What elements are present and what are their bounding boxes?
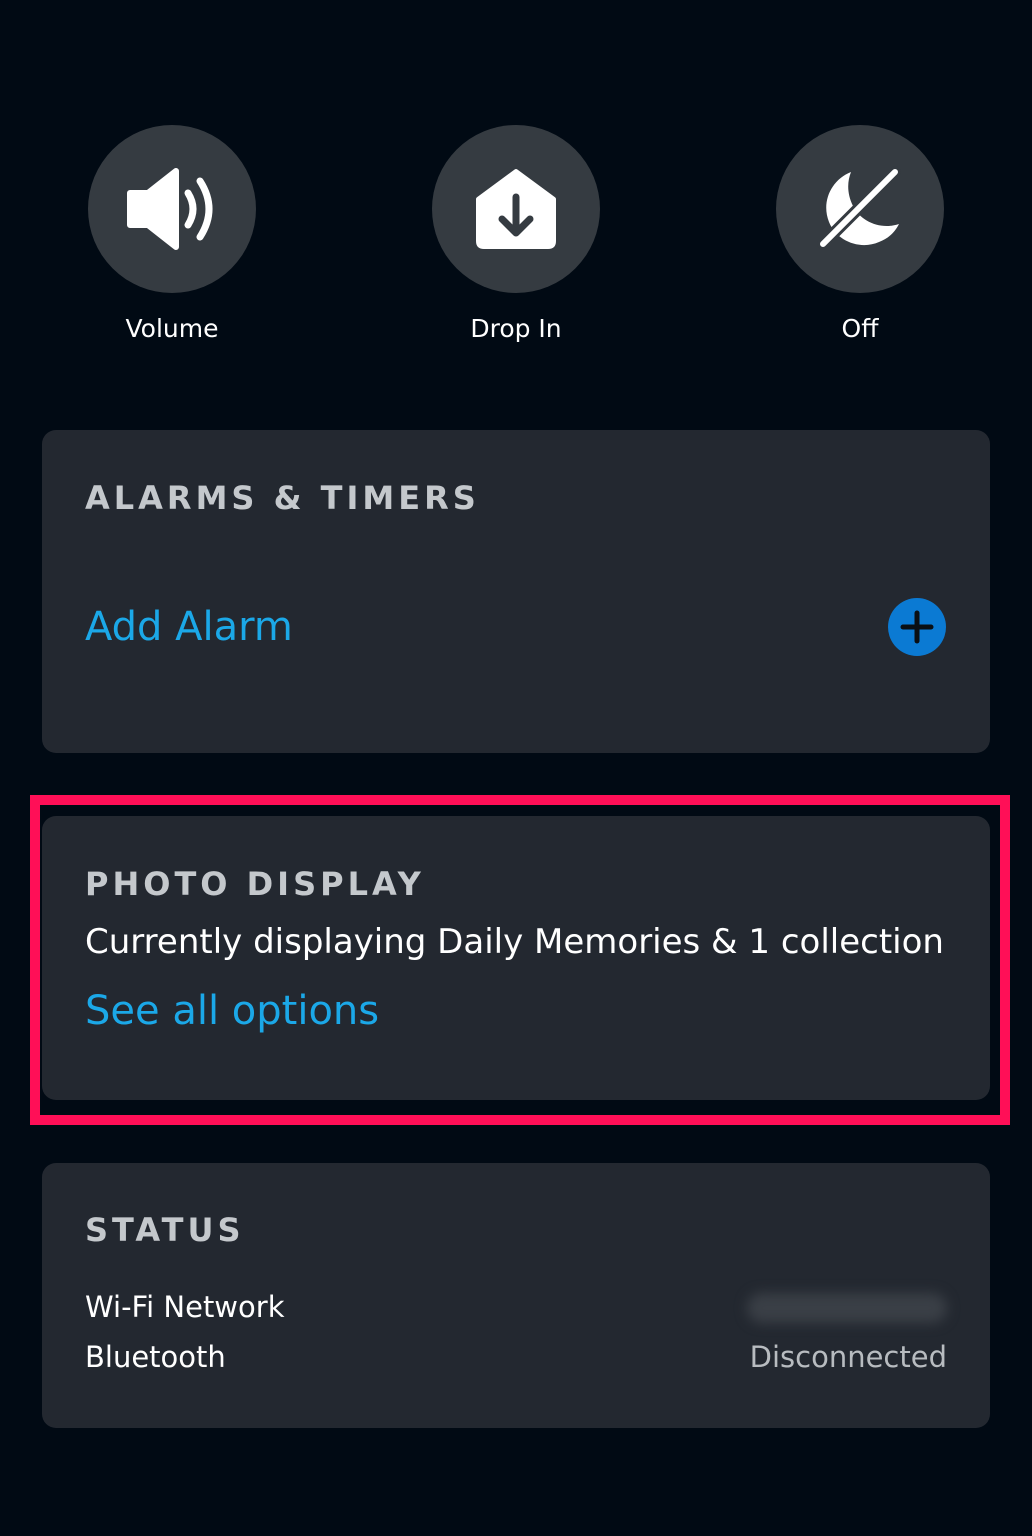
speaker-volume-icon bbox=[127, 168, 213, 250]
quick-actions: Volume Drop In Off bbox=[0, 0, 1032, 380]
volume-button[interactable] bbox=[88, 125, 256, 293]
alarms-timers-heading: ALARMS & TIMERS bbox=[85, 479, 480, 517]
do-not-disturb-button[interactable] bbox=[776, 125, 944, 293]
plus-circle-icon bbox=[900, 610, 934, 644]
add-alarm-link[interactable]: Add Alarm bbox=[85, 602, 293, 652]
photo-display-card: PHOTO DISPLAY Currently displaying Daily… bbox=[42, 816, 990, 1100]
volume-action[interactable]: Volume bbox=[72, 125, 272, 345]
drop-in-button[interactable] bbox=[432, 125, 600, 293]
bluetooth-status-value: Disconnected bbox=[749, 1340, 947, 1374]
do-not-disturb-off-icon bbox=[817, 166, 901, 250]
see-all-options-link[interactable]: See all options bbox=[85, 986, 379, 1036]
do-not-disturb-label: Off bbox=[841, 314, 879, 343]
photo-display-description: Currently displaying Daily Memories & 1 … bbox=[85, 922, 944, 962]
volume-label: Volume bbox=[125, 314, 219, 343]
drop-in-home-arrow-icon bbox=[476, 169, 556, 249]
do-not-disturb-action[interactable]: Off bbox=[760, 125, 960, 345]
alarms-timers-card: ALARMS & TIMERS Add Alarm bbox=[42, 430, 990, 753]
status-row-bluetooth: Bluetooth Disconnected bbox=[85, 1337, 947, 1377]
status-card: STATUS Wi-Fi Network Bluetooth Disconnec… bbox=[42, 1163, 990, 1428]
add-alarm-button[interactable] bbox=[888, 598, 946, 656]
bluetooth-label: Bluetooth bbox=[85, 1340, 226, 1374]
wifi-network-label: Wi-Fi Network bbox=[85, 1290, 285, 1324]
drop-in-action[interactable]: Drop In bbox=[416, 125, 616, 345]
photo-display-heading: PHOTO DISPLAY bbox=[85, 865, 425, 903]
status-heading: STATUS bbox=[85, 1211, 245, 1249]
drop-in-label: Drop In bbox=[470, 314, 562, 343]
status-row-wifi: Wi-Fi Network bbox=[85, 1287, 947, 1327]
wifi-network-value-redacted bbox=[747, 1293, 947, 1323]
